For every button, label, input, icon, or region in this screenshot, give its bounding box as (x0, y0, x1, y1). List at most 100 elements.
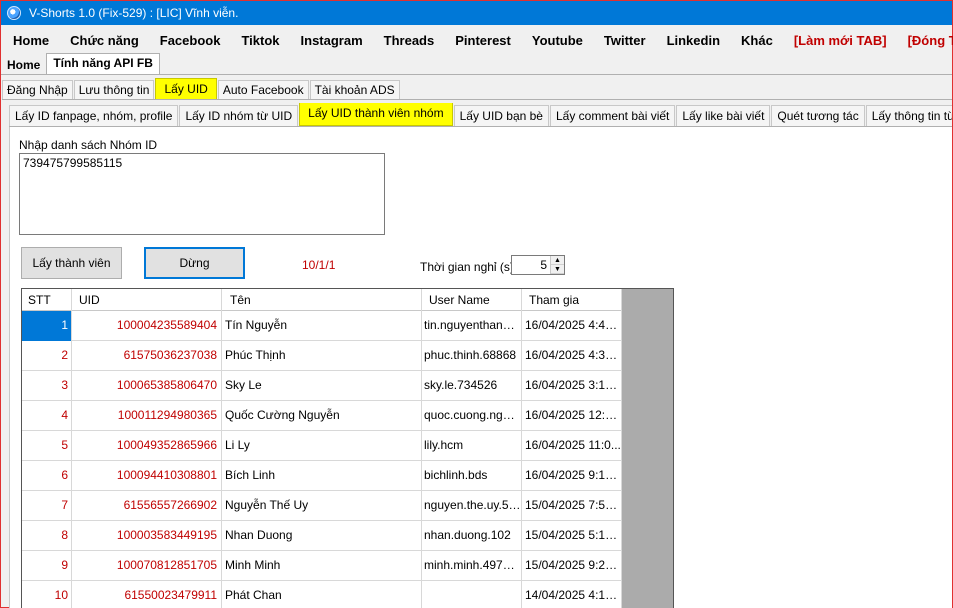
menu-item-pinterest[interactable]: Pinterest (443, 33, 520, 48)
table-row[interactable]: 2 61575036237038 Phúc Thịnh phuc.thinh.6886… (22, 341, 622, 371)
cell-stt[interactable]: 8 (22, 521, 72, 551)
cell-stt[interactable]: 5 (22, 431, 72, 461)
menu-item-facebook[interactable]: Facebook (148, 33, 230, 48)
cell-uid[interactable]: 100070812851705 (72, 551, 222, 581)
uid-tab-7[interactable]: Lấy thông tin từ UID (865, 105, 952, 126)
uid-tab-3[interactable]: Lấy UID bạn bè (453, 105, 549, 126)
cell-name[interactable]: Li Ly (222, 431, 422, 461)
cell-username[interactable]: phuc.thinh.68868 (422, 341, 522, 371)
members-table[interactable]: STT UID Tên User Name Tham gia 1 10000423… (21, 288, 674, 608)
feature-tab-0[interactable]: Đăng Nhập (2, 80, 73, 99)
get-members-button[interactable]: Lấy thành viên (21, 247, 122, 279)
cell-name[interactable]: Phát Chan (222, 581, 422, 608)
table-row[interactable]: 6 100094410308801 Bích Linh bichlinh.bds 16/… (22, 461, 622, 491)
cell-joined[interactable]: 16/04/2025 4:38... (522, 341, 622, 371)
header-username[interactable]: User Name (422, 289, 522, 311)
uid-tab-5[interactable]: Lấy like bài viết (676, 105, 771, 126)
table-row[interactable]: 8 100003583449195 Nhan Duong nhan.duong.102… (22, 521, 622, 551)
menu-item-kh-c[interactable]: Khác (729, 33, 782, 48)
header-uid[interactable]: UID (72, 289, 222, 311)
cell-uid[interactable]: 100049352865966 (72, 431, 222, 461)
cell-name[interactable]: Nhan Duong (222, 521, 422, 551)
cell-stt[interactable]: 7 (22, 491, 72, 521)
table-row[interactable]: 5 100049352865966 Li Ly lily.hcm 16/04/2025 … (22, 431, 622, 461)
menu-item-tiktok[interactable]: Tiktok (229, 33, 288, 48)
cell-stt[interactable]: 2 (22, 341, 72, 371)
uid-tab-2[interactable]: Lấy UID thành viên nhóm (299, 103, 453, 126)
cell-stt[interactable]: 10 (22, 581, 72, 608)
menu-item-instagram[interactable]: Instagram (289, 33, 372, 48)
main-tab-0[interactable]: Home (1, 56, 46, 74)
cell-uid[interactable]: 61556557266902 (72, 491, 222, 521)
header-stt[interactable]: STT (22, 289, 72, 311)
cell-name[interactable]: Tín Nguyễn (222, 311, 422, 341)
table-row[interactable]: 7 61556557266902 Nguyễn Thế Uy nguyen.the.u… (22, 491, 622, 521)
cell-joined[interactable]: 16/04/2025 12:0... (522, 401, 622, 431)
cell-uid[interactable]: 100094410308801 (72, 461, 222, 491)
cell-name[interactable]: Sky Le (222, 371, 422, 401)
menu-item-ch-c-n-ng[interactable]: Chức năng (58, 33, 148, 48)
cell-username[interactable]: nguyen.the.uy.58... (422, 491, 522, 521)
sleep-time-stepper[interactable]: 5 ▲ ▼ (511, 255, 565, 275)
spin-up-icon[interactable]: ▲ (551, 256, 564, 265)
menu-item-ng-tab[interactable]: [Đóng Tab] (896, 33, 953, 48)
menu-item-youtube[interactable]: Youtube (520, 33, 592, 48)
cell-uid[interactable]: 100004235589404 (72, 311, 222, 341)
cell-username[interactable]: nhan.duong.102 (422, 521, 522, 551)
feature-tab-1[interactable]: Lưu thông tin (73, 80, 155, 99)
spin-down-icon[interactable]: ▼ (551, 265, 564, 274)
main-tab-1[interactable]: Tính năng API FB (46, 53, 160, 74)
feature-tab-3[interactable]: Auto Facebook (217, 80, 309, 99)
uid-tab-6[interactable]: Quét tương tác (771, 105, 865, 126)
cell-joined[interactable]: 14/04/2025 4:15... (522, 581, 622, 608)
cell-username[interactable]: quoc.cuong.nguy... (422, 401, 522, 431)
cell-joined[interactable]: 15/04/2025 5:13... (522, 521, 622, 551)
table-row[interactable]: 1 100004235589404 Tín Nguyễn tin.nguyenthan… (22, 311, 622, 341)
cell-name[interactable]: Minh Minh (222, 551, 422, 581)
feature-tab-2[interactable]: Lấy UID (155, 78, 217, 99)
cell-uid[interactable]: 100003583449195 (72, 521, 222, 551)
uid-tab-4[interactable]: Lấy comment bài viết (549, 105, 676, 126)
table-row[interactable]: 10 61550023479911 Phát Chan 14/04/2025 4:15… (22, 581, 622, 608)
cell-name[interactable]: Bích Linh (222, 461, 422, 491)
cell-username[interactable]: minh.minh.497923 (422, 551, 522, 581)
uid-tab-0[interactable]: Lấy ID fanpage, nhóm, profile (9, 105, 179, 126)
menu-item-home[interactable]: Home (1, 33, 58, 48)
cell-username[interactable]: tin.nguyenthanh.... (422, 311, 522, 341)
header-name[interactable]: Tên (222, 289, 422, 311)
cell-uid[interactable]: 100065385806470 (72, 371, 222, 401)
cell-name[interactable]: Nguyễn Thế Uy (222, 491, 422, 521)
feature-tab-4[interactable]: Tài khoản ADS (309, 80, 400, 99)
cell-stt[interactable]: 3 (22, 371, 72, 401)
menu-item-twitter[interactable]: Twitter (592, 33, 655, 48)
cell-username[interactable] (422, 581, 522, 608)
cell-name[interactable]: Phúc Thịnh (222, 341, 422, 371)
cell-stt[interactable]: 1 (22, 311, 72, 341)
uid-tab-1[interactable]: Lấy ID nhóm từ UID (179, 105, 299, 126)
stop-button[interactable]: Dừng (144, 247, 245, 279)
cell-username[interactable]: sky.le.734526 (422, 371, 522, 401)
menu-item-l-m-m-i-tab[interactable]: [Làm mới TAB] (782, 33, 896, 48)
table-row[interactable]: 9 100070812851705 Minh Minh minh.minh.49792… (22, 551, 622, 581)
table-row[interactable]: 3 100065385806470 Sky Le sky.le.734526 16/04… (22, 371, 622, 401)
cell-uid[interactable]: 100011294980365 (72, 401, 222, 431)
menu-item-threads[interactable]: Threads (372, 33, 444, 48)
cell-stt[interactable]: 4 (22, 401, 72, 431)
cell-joined[interactable]: 16/04/2025 9:13... (522, 461, 622, 491)
cell-username[interactable]: bichlinh.bds (422, 461, 522, 491)
header-joined[interactable]: Tham gia (522, 289, 622, 311)
cell-joined[interactable]: 16/04/2025 11:0... (522, 431, 622, 461)
sleep-time-value[interactable]: 5 (512, 256, 550, 274)
menu-item-linkedin[interactable]: Linkedin (655, 33, 729, 48)
cell-joined[interactable]: 16/04/2025 4:43... (522, 311, 622, 341)
cell-joined[interactable]: 15/04/2025 9:21... (522, 551, 622, 581)
cell-uid[interactable]: 61550023479911 (72, 581, 222, 608)
cell-joined[interactable]: 15/04/2025 7:55... (522, 491, 622, 521)
cell-joined[interactable]: 16/04/2025 3:19... (522, 371, 622, 401)
cell-stt[interactable]: 9 (22, 551, 72, 581)
group-id-input[interactable]: 739475799585115 (19, 153, 385, 235)
cell-uid[interactable]: 61575036237038 (72, 341, 222, 371)
cell-stt[interactable]: 6 (22, 461, 72, 491)
cell-name[interactable]: Quốc Cường Nguyễn (222, 401, 422, 431)
cell-username[interactable]: lily.hcm (422, 431, 522, 461)
